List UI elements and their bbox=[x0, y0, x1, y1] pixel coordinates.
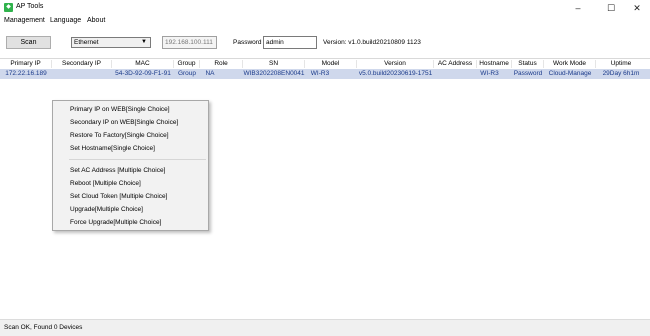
cell-primary-ip: 172.22.16.189 bbox=[5, 70, 47, 77]
col-secondary-ip[interactable]: Secondary IP bbox=[52, 60, 112, 68]
ip-field[interactable]: 192.168.100.111 bbox=[162, 36, 217, 49]
window-title: AP Tools bbox=[16, 3, 44, 10]
minimize-button[interactable]: – bbox=[568, 2, 588, 14]
menu-management[interactable]: Management bbox=[4, 17, 45, 24]
ctx-set-cloud-token[interactable]: Set Cloud Token [Multiple Choice] bbox=[70, 193, 167, 200]
ctx-force-upgrade[interactable]: Force Upgrade[Multiple Choice] bbox=[70, 219, 161, 226]
password-label: Password bbox=[233, 39, 262, 46]
maximize-button[interactable]: ☐ bbox=[601, 2, 621, 14]
context-menu: Primary IP on WEB[Single Choice] Seconda… bbox=[52, 100, 209, 231]
status-text: Scan OK, Found 0 Devices bbox=[4, 324, 83, 331]
close-button[interactable]: ✕ bbox=[627, 2, 647, 14]
menu-about[interactable]: About bbox=[87, 17, 105, 24]
ctx-upgrade[interactable]: Upgrade[Multiple Choice] bbox=[70, 206, 143, 213]
col-hostname[interactable]: Hostname bbox=[477, 60, 512, 68]
chevron-down-icon: ▼ bbox=[141, 39, 147, 45]
ctx-set-hostname[interactable]: Set Hostname[Single Choice] bbox=[70, 145, 155, 152]
app-icon: ◆ bbox=[4, 3, 13, 12]
ctx-primary-ip-web[interactable]: Primary IP on WEB[Single Choice] bbox=[70, 106, 170, 113]
col-version[interactable]: Version bbox=[357, 60, 434, 68]
col-ac-address[interactable]: AC Address bbox=[434, 60, 477, 68]
menu-bar: Management Language About bbox=[0, 16, 650, 28]
status-bar: Scan OK, Found 0 Devices bbox=[0, 319, 650, 336]
ctx-set-ac-address[interactable]: Set AC Address [Multiple Choice] bbox=[70, 167, 165, 174]
col-mac[interactable]: MAC bbox=[112, 60, 174, 68]
scan-button[interactable]: Scan bbox=[6, 36, 51, 49]
interface-select-value: Ethernet bbox=[74, 39, 99, 46]
ctx-restore-factory[interactable]: Restore To Factory[Single Choice] bbox=[70, 132, 169, 139]
interface-select[interactable]: Ethernet ▼ bbox=[71, 37, 151, 48]
cell-work-mode: Cloud-Manage bbox=[548, 70, 592, 77]
menu-language[interactable]: Language bbox=[50, 17, 81, 24]
cell-version: v5.0.build20230619-1751 bbox=[358, 70, 433, 77]
ctx-separator bbox=[69, 159, 206, 160]
col-role[interactable]: Role bbox=[200, 60, 243, 68]
cell-group: Group bbox=[177, 70, 197, 77]
cell-uptime: 29Day 6h1m bbox=[602, 70, 640, 77]
col-status[interactable]: Status bbox=[512, 60, 544, 68]
version-label: Version: v1.0.build20210809 1123 bbox=[323, 39, 421, 46]
col-work-mode[interactable]: Work Mode bbox=[544, 60, 596, 68]
cell-sn: WIB3202208EN0041 bbox=[243, 70, 305, 77]
title-bar: ◆ AP Tools – ☐ ✕ bbox=[0, 0, 650, 16]
cell-model: WI-R3 bbox=[310, 70, 330, 77]
cell-mac: 54-3D-92-09-F1-91 bbox=[115, 70, 171, 77]
col-group[interactable]: Group bbox=[174, 60, 200, 68]
col-uptime[interactable]: Uptime bbox=[596, 60, 646, 68]
password-field[interactable]: admin bbox=[263, 36, 317, 49]
ctx-secondary-ip-web[interactable]: Secondary IP on WEB[Single Choice] bbox=[70, 119, 178, 126]
col-primary-ip[interactable]: Primary IP bbox=[0, 60, 52, 68]
table-row[interactable]: 172.22.16.189 54-3D-92-09-F1-91 Group NA… bbox=[0, 69, 650, 79]
ctx-reboot[interactable]: Reboot [Multiple Choice] bbox=[70, 180, 141, 187]
cell-role: NA bbox=[205, 70, 215, 77]
cell-hostname: WI-R3 bbox=[480, 70, 499, 77]
col-model[interactable]: Model bbox=[305, 60, 357, 68]
col-sn[interactable]: SN bbox=[243, 60, 305, 68]
cell-status: Password bbox=[513, 70, 543, 77]
